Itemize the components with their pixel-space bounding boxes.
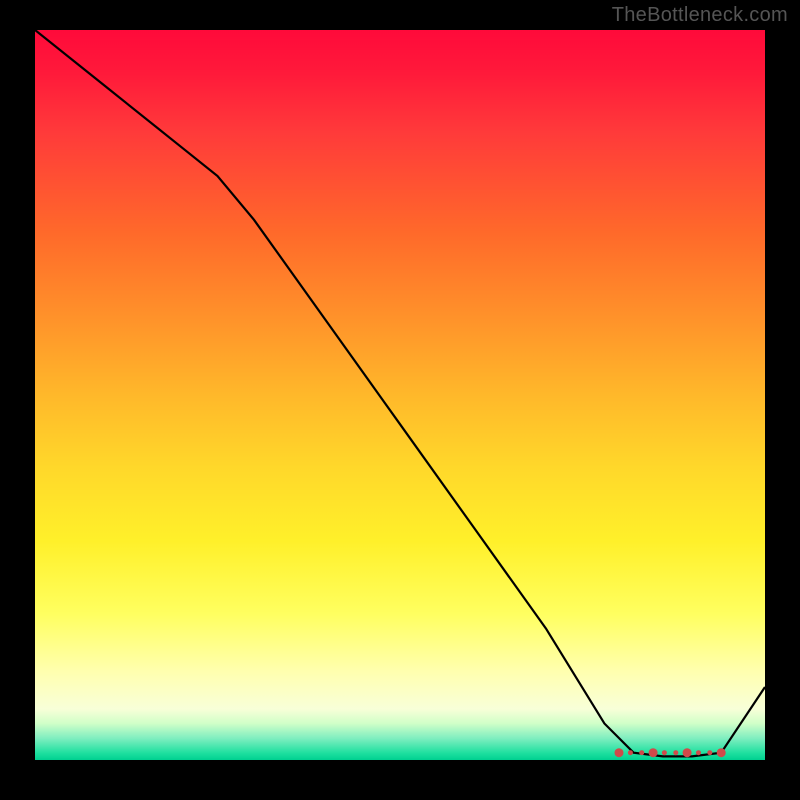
optimal-marker-dot xyxy=(683,748,692,757)
plot-area xyxy=(35,30,765,760)
optimal-marker-dot xyxy=(696,750,701,755)
watermark-text: TheBottleneck.com xyxy=(612,4,788,27)
chart-svg xyxy=(35,30,765,760)
optimal-marker-dot xyxy=(649,748,658,757)
optimal-marker-dot xyxy=(639,750,644,755)
optimal-marker-dot xyxy=(673,750,678,755)
chart-container: TheBottleneck.com xyxy=(0,0,800,800)
optimal-marker-dot xyxy=(717,748,726,757)
optimal-marker-dot xyxy=(662,750,667,755)
optimal-marker-dot xyxy=(615,748,624,757)
bottleneck-curve-line xyxy=(35,30,765,756)
optimal-marker-dot xyxy=(707,750,712,755)
optimal-marker-dot xyxy=(628,750,633,755)
